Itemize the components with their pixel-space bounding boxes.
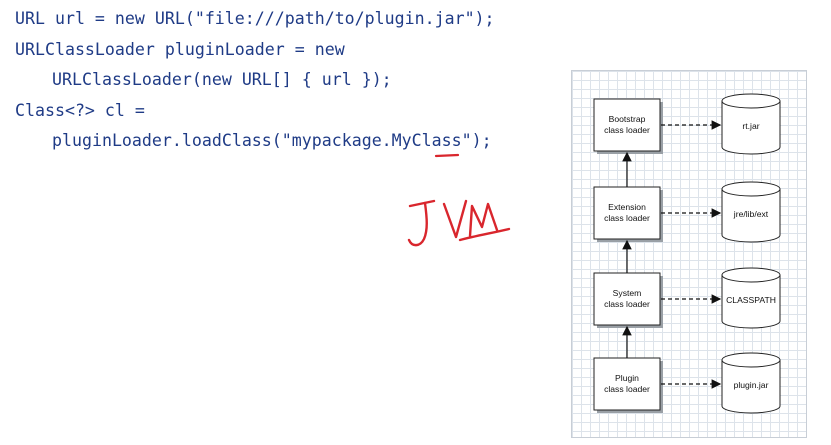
loader-label-line: System xyxy=(612,288,642,298)
plugin-jar-label: plugin.jar xyxy=(733,380,769,390)
system-loader-label: System class loader xyxy=(594,288,660,310)
bootstrap-loader-label: Bootstrap class loader xyxy=(594,114,660,136)
loader-label-line: class loader xyxy=(604,299,650,309)
rt-jar-label: rt.jar xyxy=(742,121,760,131)
loader-label-line: Plugin xyxy=(615,373,639,383)
jre-lib-ext-label: jre/lib/ext xyxy=(733,209,769,219)
classpath-label: CLASSPATH xyxy=(726,295,776,305)
loader-label-line: class loader xyxy=(604,384,650,394)
annotation-underline xyxy=(434,153,460,158)
class-loader-diagram: Bootstrap class loader Extension class l… xyxy=(571,70,807,438)
extension-loader-label: Extension class loader xyxy=(594,202,660,224)
loader-label-line: class loader xyxy=(604,213,650,223)
loader-label-line: Extension xyxy=(608,202,646,212)
handwritten-jvm-annotation xyxy=(407,199,511,247)
plugin-loader-label: Plugin class loader xyxy=(594,373,660,395)
loader-label-line: Bootstrap xyxy=(608,114,646,124)
loader-label-line: class loader xyxy=(604,125,650,135)
